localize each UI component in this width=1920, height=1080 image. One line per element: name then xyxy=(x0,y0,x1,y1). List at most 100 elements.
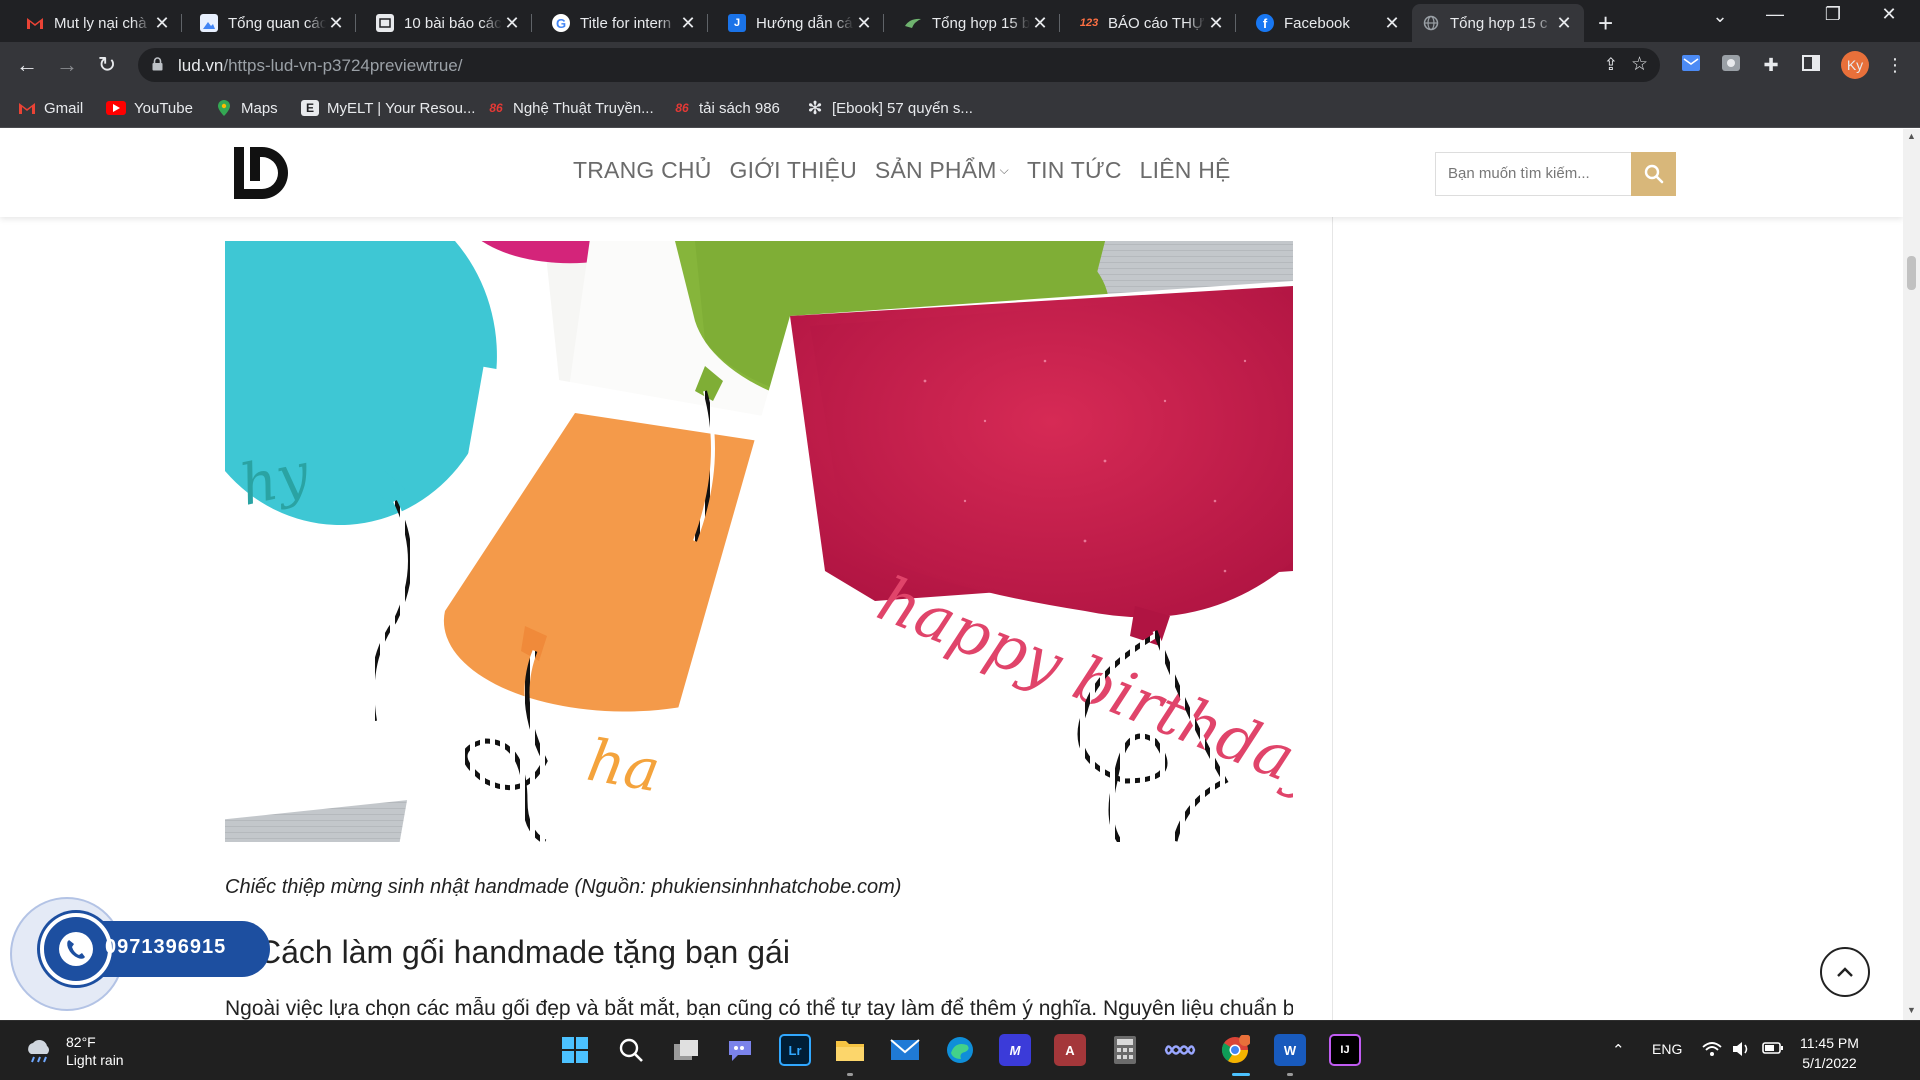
wifi-icon[interactable] xyxy=(1702,1041,1722,1061)
chevron-up-icon[interactable]: ⌃ xyxy=(1612,1041,1625,1059)
nav-san-pham[interactable]: SẢN PHẨM ⌵ xyxy=(875,157,1009,184)
mathpix-icon[interactable]: M xyxy=(999,1034,1031,1066)
system-clock[interactable]: 11:45 PM 5/1/2022 xyxy=(1800,1033,1859,1073)
phone-icon[interactable] xyxy=(40,913,112,985)
infinity-app-icon[interactable] xyxy=(1164,1034,1196,1066)
battery-icon[interactable] xyxy=(1762,1041,1784,1059)
tab-6[interactable]: 123 BÁO cáo THỰC ✕ xyxy=(1070,4,1236,42)
close-window-button[interactable]: ✕ xyxy=(1866,4,1912,25)
file-explorer-icon[interactable] xyxy=(834,1034,866,1066)
sidebar-divider xyxy=(1332,217,1333,1020)
word-icon[interactable]: W xyxy=(1274,1034,1306,1066)
tab-4[interactable]: J Hướng dẫn cá ✕ xyxy=(718,4,884,42)
url-text: lud.vn/https-lud-vn-p3724previewtrue/ xyxy=(178,56,463,75)
tab-strip: Mut ly nại chà ✕ Tổng quan các ✕ 10 bài … xyxy=(0,0,1920,42)
lightroom-icon[interactable]: Lr xyxy=(779,1034,811,1066)
page-scrollbar[interactable]: ▲ ▼ xyxy=(1903,129,1920,1020)
bird-icon xyxy=(904,14,922,32)
address-bar[interactable]: lud.vn/https-lud-vn-p3724previewtrue/ ⇪ … xyxy=(138,48,1660,82)
tab-title: Title for intern xyxy=(580,14,672,32)
tab-search-icon[interactable]: ⌄ xyxy=(1697,6,1743,27)
search-icon[interactable] xyxy=(615,1034,647,1066)
bookmark-gmail[interactable]: Gmail xyxy=(18,98,83,118)
bookmark-nghe-thuat[interactable]: 86 Nghệ Thuật Truyền... xyxy=(487,98,653,118)
share-icon[interactable]: ⇪ xyxy=(1604,55,1618,75)
bookmark-maps[interactable]: Maps xyxy=(215,98,278,118)
tab-3[interactable]: G Title for intern ✕ xyxy=(542,4,708,42)
bookmark-youtube[interactable]: YouTube xyxy=(106,98,193,118)
article-image-birthday-cards: hy h hap birth happy birthday xyxy=(225,241,1293,842)
language-indicator[interactable]: ENG xyxy=(1652,1041,1682,1057)
maps-icon xyxy=(215,100,233,116)
close-tab-icon[interactable]: ✕ xyxy=(1382,13,1402,34)
close-tab-icon[interactable]: ✕ xyxy=(152,13,172,34)
access-icon[interactable]: A xyxy=(1054,1034,1086,1066)
close-tab-icon[interactable]: ✕ xyxy=(326,13,346,34)
back-button[interactable]: ← xyxy=(12,50,42,80)
reload-button[interactable]: ↻ xyxy=(92,50,122,80)
scroll-down-arrow[interactable]: ▼ xyxy=(1907,1005,1916,1015)
facebook-icon: f xyxy=(1256,14,1274,32)
scroll-thumb[interactable] xyxy=(1907,256,1916,290)
tab-title: Mut ly nại chà xyxy=(54,14,147,32)
chrome-icon[interactable] xyxy=(1219,1034,1251,1066)
tab-8-active[interactable]: Tổng hợp 15 c ✕ xyxy=(1412,4,1584,42)
chevron-up-icon xyxy=(1837,967,1853,977)
close-tab-icon[interactable]: ✕ xyxy=(1206,13,1226,34)
tab-2[interactable]: 10 bài báo các ✕ xyxy=(366,4,532,42)
sidepanel-icon[interactable] xyxy=(1800,54,1822,76)
mail-icon[interactable] xyxy=(889,1034,921,1066)
nav-lien-he[interactable]: LIÊN HỆ xyxy=(1140,157,1231,184)
bookmark-ebook[interactable]: ✻ [Ebook] 57 quyển s... xyxy=(806,98,972,118)
section-heading: Cách làm gối handmade tặng bạn gái xyxy=(258,934,790,970)
weather-temp: 82°F xyxy=(66,1034,96,1050)
start-button[interactable] xyxy=(559,1034,591,1066)
weather-desc: Light rain xyxy=(66,1052,124,1068)
search-button[interactable] xyxy=(1631,152,1676,196)
profile-avatar[interactable]: Ky xyxy=(1841,51,1869,79)
tab-5[interactable]: Tổng hợp 15 b ✕ xyxy=(894,4,1060,42)
hotline-number[interactable]: 0971396915 xyxy=(105,936,226,959)
scroll-up-arrow[interactable]: ▲ xyxy=(1907,131,1916,141)
minimize-button[interactable]: — xyxy=(1752,4,1798,25)
restore-button[interactable]: ❐ xyxy=(1810,4,1856,25)
teams-chat-icon[interactable] xyxy=(724,1034,756,1066)
search-input[interactable]: Bạn muốn tìm kiếm... xyxy=(1435,152,1631,196)
chevron-down-icon: ⌵ xyxy=(999,163,1009,177)
close-tab-icon[interactable]: ✕ xyxy=(854,13,874,34)
volume-icon[interactable] xyxy=(1732,1041,1752,1061)
calculator-icon[interactable] xyxy=(1109,1034,1141,1066)
nav-tin-tuc[interactable]: TIN TỨC xyxy=(1027,157,1122,184)
clock-date: 5/1/2022 xyxy=(1802,1055,1857,1071)
back-to-top-button[interactable] xyxy=(1820,947,1870,997)
nav-trang-chu[interactable]: TRANG CHỦ xyxy=(573,157,712,184)
tab-1[interactable]: Tổng quan các ✕ xyxy=(190,4,356,42)
tab-title: Hướng dẫn cá xyxy=(756,14,853,32)
close-tab-icon[interactable]: ✕ xyxy=(678,13,698,34)
bookmark-tai-sach[interactable]: 86 tải sách 986 xyxy=(673,98,780,118)
gmail-icon xyxy=(26,14,44,32)
edge-icon[interactable] xyxy=(944,1034,976,1066)
site-logo[interactable] xyxy=(232,141,292,205)
forward-button[interactable]: → xyxy=(52,50,82,80)
close-tab-icon[interactable]: ✕ xyxy=(502,13,522,34)
rain-cloud-icon xyxy=(28,1039,49,1063)
close-tab-icon[interactable]: ✕ xyxy=(1554,13,1574,34)
close-tab-icon[interactable]: ✕ xyxy=(1030,13,1050,34)
intellij-icon[interactable]: IJ xyxy=(1329,1034,1361,1066)
extension-mail-icon[interactable] xyxy=(1680,54,1702,76)
tab-7[interactable]: f Facebook ✕ xyxy=(1246,4,1412,42)
task-view-icon[interactable] xyxy=(670,1034,702,1066)
new-tab-button[interactable]: + xyxy=(1598,8,1613,39)
bookmark-myelt[interactable]: E MyELT | Your Resou... xyxy=(301,98,475,118)
tab-0[interactable]: Mut ly nại chà ✕ xyxy=(16,4,182,42)
weather-widget[interactable]: 82°F Light rain xyxy=(24,1033,124,1069)
nav-gioi-thieu[interactable]: GIỚI THIỆU xyxy=(730,157,857,184)
bookmark-star-icon[interactable]: ☆ xyxy=(1631,53,1648,76)
youtube-icon xyxy=(106,101,126,115)
google-icon: G xyxy=(552,14,570,32)
extension-screen-icon[interactable] xyxy=(1720,54,1742,76)
more-menu-icon[interactable]: ⋮ xyxy=(1884,54,1906,76)
image-icon xyxy=(200,14,218,32)
extensions-puzzle-icon[interactable]: ✚ xyxy=(1760,54,1782,76)
